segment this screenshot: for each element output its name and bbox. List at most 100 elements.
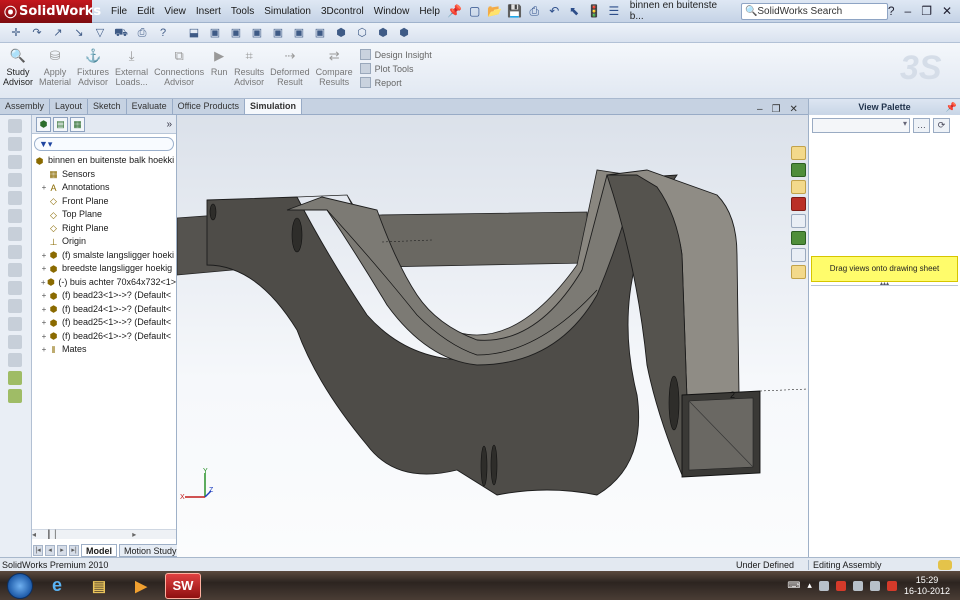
tree-scrollbar[interactable]: ◂ ▕▏▏ ▸ [32, 529, 176, 539]
tab-evaluate[interactable]: Evaluate [127, 99, 173, 114]
expand-chevron-icon[interactable]: » [166, 119, 172, 130]
solidworks-forum-icon[interactable] [791, 265, 806, 279]
tree-item[interactable]: + ⬢ (-) buis achter 70x64x732<1> [32, 276, 176, 290]
hole-left-plate[interactable] [291, 217, 303, 253]
menu-simulation[interactable]: Simulation [259, 0, 316, 23]
tree-item[interactable]: + ⬢ breedste langsligger hoekig [32, 262, 176, 276]
start-button[interactable] [7, 572, 33, 599]
menu-view[interactable]: View [159, 0, 191, 23]
tree-item[interactable]: + A Annotations [32, 181, 176, 195]
hole-bottom-2[interactable] [490, 444, 498, 486]
select-pointer-icon[interactable]: ⬉ [566, 3, 582, 19]
hole-right-beam[interactable] [668, 375, 680, 431]
tree-item[interactable]: + ⬢ (f) bead24<1>->? (Default< [32, 303, 176, 317]
viewport-restore-icon[interactable]: ❐ [772, 104, 781, 115]
tool-14-icon[interactable] [8, 353, 22, 367]
view-5-icon[interactable]: ▣ [291, 25, 307, 41]
property-manager-tab-icon[interactable]: ▤ [53, 116, 68, 132]
tray-alert-icon[interactable] [835, 580, 846, 591]
appearance-icon[interactable]: ⬢ [396, 25, 412, 41]
tab-sketch[interactable]: Sketch [88, 99, 127, 114]
tool-3-icon[interactable] [8, 155, 22, 169]
browse-icon[interactable]: … [913, 118, 930, 133]
menu-tools[interactable]: Tools [226, 0, 259, 23]
viewport-close-icon[interactable]: ✕ [790, 104, 798, 115]
view-1-icon[interactable]: ▣ [207, 25, 223, 41]
tool-1-icon[interactable] [8, 119, 22, 133]
3d-model[interactable] [177, 115, 808, 557]
pushpin-icon[interactable]: 📌 [447, 3, 463, 19]
menu-file[interactable]: File [106, 0, 132, 23]
plot-tools-button[interactable]: Plot Tools [359, 63, 432, 74]
tree-item[interactable]: + ⫴ Mates [32, 343, 176, 357]
hole-bottom-1[interactable] [480, 445, 488, 487]
internet-explorer-icon[interactable]: e [39, 573, 75, 599]
line2-icon[interactable]: ↘ [71, 25, 87, 41]
compare-results-button[interactable]: ⇄ Compare Results [313, 43, 356, 98]
palette-document-select[interactable]: ▾ [812, 118, 910, 133]
solidworks-icon[interactable]: SW [165, 572, 201, 599]
tool-5-icon[interactable] [8, 191, 22, 205]
next-tab-icon[interactable]: ▸ [57, 544, 67, 556]
tree-item[interactable]: ◇ Right Plane [32, 222, 176, 236]
connections-advisor-button[interactable]: ⧉ Connections Advisor [151, 43, 207, 98]
feature-manager-tab-icon[interactable]: ⬢ [36, 116, 51, 132]
tray-arrow-icon[interactable]: ▴ [807, 580, 812, 591]
car-icon[interactable]: ⛟ [113, 25, 129, 41]
tree-item[interactable]: + ⬢ (f) bead25<1>->? (Default< [32, 316, 176, 330]
tab-office-products[interactable]: Office Products [173, 99, 245, 114]
options-icon[interactable]: ☰ [606, 3, 622, 19]
refresh-icon[interactable]: ⟳ [933, 118, 950, 133]
design-insight-button[interactable]: Design Insight [359, 49, 432, 60]
new-document-icon[interactable]: ▢ [467, 3, 483, 19]
prev-tab-icon[interactable]: ◂ [45, 544, 55, 556]
minimize-icon[interactable]: – [905, 4, 912, 18]
fixtures-advisor-button[interactable]: ⚓ Fixtures Advisor [74, 43, 112, 98]
view-palette-tab-icon[interactable] [791, 214, 806, 228]
tree-item[interactable]: + ⬢ (f) bead23<1>->? (Default< [32, 289, 176, 303]
tool-4-icon[interactable] [8, 173, 22, 187]
deformed-result-button[interactable]: ⇢ Deformed Result [267, 43, 313, 98]
tree-item[interactable]: + ⬢ (f) bead26<1>->? (Default< [32, 330, 176, 344]
restore-icon[interactable]: ❐ [921, 4, 932, 18]
tool-11-icon[interactable] [8, 299, 22, 313]
clock[interactable]: 15:29 16-10-2012 [904, 575, 950, 597]
open-folder-icon[interactable]: 📂 [487, 3, 503, 19]
smart-dimension-icon[interactable]: ✛ [8, 25, 24, 41]
appearances-icon[interactable] [791, 231, 806, 245]
shaded-cube-icon[interactable]: ⬢ [333, 25, 349, 41]
tab-simulation[interactable]: Simulation [244, 99, 302, 114]
tray-network-icon[interactable] [852, 580, 863, 591]
tree-filter[interactable]: ▼▾ [34, 137, 174, 151]
tray-app-icon[interactable] [818, 580, 829, 591]
tab-layout[interactable]: Layout [50, 99, 89, 114]
apply-material-button[interactable]: ⛁ Apply Material [36, 43, 74, 98]
design-library-icon[interactable] [791, 163, 806, 177]
view-3-icon[interactable]: ▣ [249, 25, 265, 41]
line-icon[interactable]: ↗ [50, 25, 66, 41]
section-icon[interactable]: ⬢ [375, 25, 391, 41]
graphics-viewport[interactable]: Y X Z 2 [177, 115, 808, 557]
save-icon[interactable]: 💾 [507, 3, 523, 19]
help-button[interactable]: ? [888, 4, 895, 18]
external-loads-button[interactable]: ⤓ External Loads... [112, 43, 151, 98]
expand-plus-icon[interactable]: + [40, 303, 48, 317]
search-task-icon[interactable] [791, 197, 806, 211]
expand-plus-icon[interactable]: + [40, 181, 48, 195]
help-icon[interactable]: ? [155, 25, 171, 41]
tree-root[interactable]: ⬢ binnen en buitenste balk hoekki [32, 154, 176, 168]
reference-icon[interactable]: ▽ [92, 25, 108, 41]
expand-plus-icon[interactable]: + [40, 262, 48, 276]
report-button[interactable]: Report [359, 77, 432, 88]
wire-cube-icon[interactable]: ⬡ [354, 25, 370, 41]
close-icon[interactable]: ✕ [942, 4, 952, 18]
hole-left-beam[interactable] [209, 203, 217, 221]
expand-plus-icon[interactable]: + [40, 343, 48, 357]
media-player-icon[interactable]: ▶ [123, 573, 159, 599]
tree-item[interactable]: ◇ Front Plane [32, 195, 176, 209]
view-front-icon[interactable]: ⬓ [186, 25, 202, 41]
expand-plus-icon[interactable]: + [40, 289, 48, 303]
palette-splitter[interactable]: ▴▴▴ [811, 281, 958, 287]
tool-9-icon[interactable] [8, 263, 22, 277]
tool-7-icon[interactable] [8, 227, 22, 241]
